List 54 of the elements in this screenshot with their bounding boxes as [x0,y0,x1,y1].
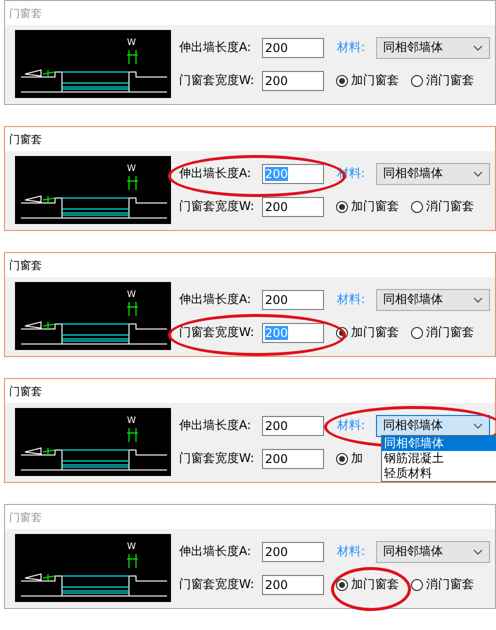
width-field[interactable]: 200 [262,196,324,216]
radio-option[interactable]: 加门窗套 [336,576,399,593]
length-label: 伸出墙长度A: [179,165,252,182]
length-field[interactable]: 200 [262,290,324,310]
radio-option[interactable]: 加门窗套 [336,198,399,215]
length-label: 伸出墙长度A: [179,543,252,560]
radio-option[interactable]: 消门窗套 [411,72,474,89]
dimension-label: W [127,290,136,300]
dropdown-option[interactable]: 轻质材料 [382,466,496,481]
dimension-label: W [127,542,136,552]
width-label: 门窗套宽度W: [179,72,256,89]
material-label: 材料: [337,39,366,56]
dimension-label: W [127,38,136,48]
dropdown-option[interactable]: 同相邻墙体 [382,436,496,451]
chevron-down-icon [473,170,483,176]
radio-option[interactable]: 加门窗套 [336,72,399,89]
dimension-label: W [127,416,136,426]
width-field[interactable]: 200 [262,70,324,90]
length-label: 伸出墙长度A: [179,39,252,56]
radio-option[interactable]: 消门窗套 [411,576,474,593]
window-title: 门窗套 [9,258,42,272]
window-title: 门窗套 [9,6,42,20]
radio-option[interactable]: 消门窗套 [411,324,474,341]
width-label: 门窗套宽度W: [179,198,256,215]
material-dropdown[interactable]: 同相邻墙体 [376,288,490,310]
material-dropdown[interactable]: 同相邻墙体 [376,414,490,436]
dimension-label: W [127,164,136,174]
width-field[interactable]: 200 [262,574,324,594]
width-label: 门窗套宽度W: [179,450,256,467]
material-dropdown[interactable]: 同相邻墙体 [376,162,490,184]
material-dropdown[interactable]: 同相邻墙体 [376,540,490,562]
window-title: 门窗套 [9,510,42,524]
material-label: 材料: [337,417,366,434]
window-title: 门窗套 [9,384,42,398]
chevron-down-icon [473,44,483,50]
chevron-down-icon [473,296,483,302]
chevron-down-icon [473,548,483,554]
length-label: 伸出墙长度A: [179,417,252,434]
width-label: 门窗套宽度W: [179,576,256,593]
length-label: 伸出墙长度A: [179,291,252,308]
material-dropdown[interactable]: 同相邻墙体 [376,36,490,58]
width-label: 门窗套宽度W: [179,324,256,341]
radio-option[interactable]: 加门窗套 [336,324,399,341]
dropdown-option[interactable]: 钢筋混凝土 [382,451,496,466]
length-field[interactable]: 200 [262,542,324,562]
window-title: 门窗套 [9,132,42,146]
material-label: 材料: [337,543,366,560]
radio-option[interactable]: 加 [336,450,363,467]
radio-option[interactable]: 消门窗套 [411,198,474,215]
material-label: 材料: [337,291,366,308]
length-field[interactable]: 200 [262,38,324,58]
width-field[interactable]: 200 [262,448,324,468]
length-field[interactable]: 200 [262,416,324,436]
chevron-down-icon [473,422,483,428]
